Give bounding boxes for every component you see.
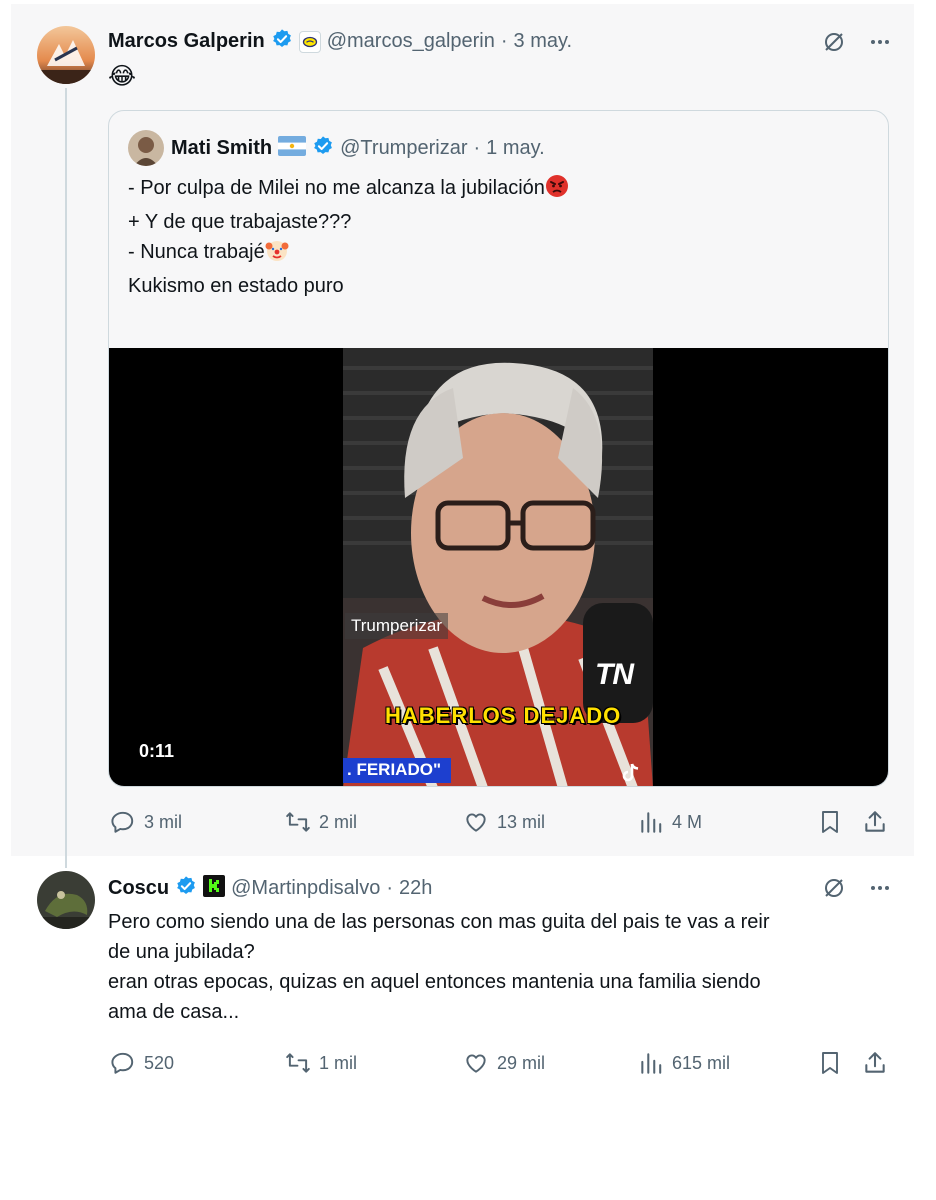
avatar[interactable]	[128, 130, 164, 166]
quote-author-name[interactable]: Mati Smith	[171, 137, 272, 160]
reply-text: Pero como siendo una de las personas con…	[108, 907, 898, 1027]
reply-top-actions	[822, 876, 892, 905]
dot-separator: ·	[500, 30, 508, 52]
reply-line: eran otras epocas, quizas en aquel enton…	[108, 971, 761, 993]
post-top-actions	[822, 30, 892, 59]
reply-button[interactable]: 520	[110, 1050, 174, 1076]
repost-count: 1 mil	[319, 1052, 358, 1073]
quote-text: - Por culpa de Milei no me alcanza la ju…	[128, 173, 569, 301]
dot-separator: ·	[473, 137, 481, 159]
tiktok-icon	[621, 762, 641, 786]
reply-author-handle[interactable]: @Martinpdisalvo	[231, 877, 380, 900]
video-player[interactable]: TN Trumperizar HABERLOS DEJADO . FERIADO…	[109, 348, 888, 786]
reply-line: de una jubilada?	[108, 941, 255, 963]
verified-badge-icon	[175, 875, 197, 902]
like-icon	[463, 1050, 489, 1076]
like-button[interactable]: 29 mil	[463, 1050, 545, 1076]
share-icon	[862, 809, 888, 835]
repost-button[interactable]: 1 mil	[285, 1050, 357, 1076]
author-handle[interactable]: @marcos_galperin	[327, 30, 495, 53]
grok-icon[interactable]	[822, 876, 846, 905]
quote-time[interactable]: 1 may.	[486, 137, 545, 160]
quote-line: Kukismo en estado puro	[128, 275, 344, 297]
panel-edge	[11, 0, 914, 4]
quote-line: - Por culpa de Milei no me alcanza la ju…	[128, 173, 569, 207]
video-duration: 0:11	[139, 741, 175, 761]
author-name[interactable]: Marcos Galperin	[108, 30, 265, 53]
reply-line: ama de casa...	[108, 1001, 240, 1023]
share-icon	[862, 1050, 888, 1076]
post-header: Marcos Galperin @marcos_galperin · 3 may…	[108, 28, 572, 55]
reply-time[interactable]: 22h	[399, 877, 432, 900]
more-icon[interactable]	[868, 876, 892, 905]
repost-icon	[285, 809, 311, 835]
reply-header: Coscu @Martinpdisalvo · 22h	[108, 875, 432, 902]
views-count: 4 M	[672, 811, 703, 832]
news-ticker: . FERIADO"	[343, 758, 452, 783]
kick-badge-icon[interactable]	[203, 875, 226, 902]
verified-badge-icon	[312, 135, 334, 162]
verified-badge-icon	[271, 28, 293, 55]
video-caption: HABERLOS DEJADO	[385, 703, 622, 728]
avatar[interactable]	[37, 26, 95, 84]
views-button[interactable]: 615 mil	[638, 1050, 730, 1076]
more-icon[interactable]	[868, 30, 892, 59]
like-icon	[463, 809, 489, 835]
like-count: 29 mil	[497, 1052, 546, 1073]
post-time[interactable]: 3 may.	[514, 30, 573, 53]
views-icon	[638, 1050, 664, 1076]
reply-line: Pero como siendo una de las personas con…	[108, 911, 770, 933]
views-icon	[638, 809, 664, 835]
share-button[interactable]	[862, 1050, 888, 1076]
quote-header: Mati Smith @Trumperizar · 1 may.	[171, 135, 545, 162]
laughing-emoji: 😂	[108, 63, 137, 90]
repost-icon	[285, 1050, 311, 1076]
dot-separator: ·	[386, 877, 394, 899]
reply-icon	[110, 1050, 136, 1076]
reply-count: 3 mil	[144, 811, 183, 832]
channel-logo: TN	[595, 658, 634, 691]
like-button[interactable]: 13 mil	[463, 809, 545, 835]
affiliate-badge-icon[interactable]	[298, 30, 321, 53]
clown-face-icon	[265, 238, 289, 271]
views-button[interactable]: 4 M	[638, 809, 702, 835]
like-count: 13 mil	[497, 811, 546, 832]
quote-line: + Y de que trabajaste???	[128, 211, 352, 233]
grok-icon[interactable]	[822, 30, 846, 59]
bookmark-icon	[818, 1050, 842, 1076]
bookmark-button[interactable]	[818, 809, 842, 835]
bookmark-icon	[818, 809, 842, 835]
angry-face-icon	[545, 174, 569, 207]
quote-author-handle[interactable]: @Trumperizar	[340, 137, 467, 160]
share-button[interactable]	[862, 809, 888, 835]
views-count: 615 mil	[672, 1052, 731, 1073]
avatar[interactable]	[37, 871, 95, 929]
argentina-flag-icon	[278, 136, 307, 161]
video-watermark: Trumperizar	[345, 613, 448, 639]
thread-connector-line	[65, 88, 67, 868]
reply-icon	[110, 809, 136, 835]
reply-button[interactable]: 3 mil	[110, 809, 182, 835]
quote-line: - Nunca trabajé	[128, 237, 569, 271]
reply-count: 520	[144, 1052, 175, 1073]
bookmark-button[interactable]	[818, 1050, 842, 1076]
repost-count: 2 mil	[319, 811, 358, 832]
quoted-post[interactable]: Mati Smith @Trumperizar · 1 may. - Por c…	[108, 110, 889, 787]
repost-button[interactable]: 2 mil	[285, 809, 357, 835]
reply-author-name[interactable]: Coscu	[108, 877, 169, 900]
post-body: 😂	[108, 62, 136, 91]
